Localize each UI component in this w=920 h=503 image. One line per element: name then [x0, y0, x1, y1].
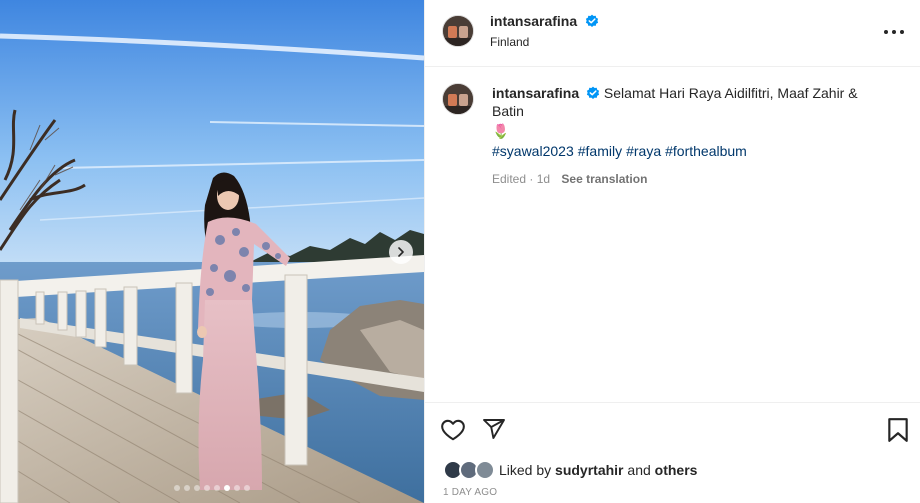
heart-icon: [441, 419, 465, 441]
carousel-dot: [204, 485, 210, 491]
more-options-button[interactable]: [884, 24, 904, 40]
post-caption: intansarafina Selamat Hari Raya Aidilfit…: [492, 84, 892, 188]
post-side-panel: intansarafina Finland intansarafina Sela…: [424, 0, 920, 503]
carousel-dot: [234, 485, 240, 491]
liker-avatars[interactable]: [443, 460, 495, 480]
tulip-emoji: 🌷: [492, 123, 510, 139]
like-button[interactable]: [440, 417, 466, 443]
carousel-dot: [214, 485, 220, 491]
liked-by-and: and: [627, 462, 651, 478]
verified-badge-icon: [586, 86, 600, 99]
location-link[interactable]: Finland: [490, 35, 529, 49]
likes-summary: Liked by sudyrtahir and others: [443, 460, 697, 480]
avatar[interactable]: [442, 15, 474, 47]
post-timestamp[interactable]: 1 DAY AGO: [443, 487, 497, 498]
caption-username-link[interactable]: intansarafina: [492, 85, 579, 101]
edited-timestamp: Edited · 1d: [492, 172, 551, 186]
liked-by-others-link[interactable]: others: [655, 462, 698, 478]
avatar: [475, 460, 495, 480]
more-dot-icon: [892, 30, 896, 34]
carousel-dot-active: [224, 485, 230, 491]
share-button[interactable]: [482, 417, 506, 441]
see-translation-button[interactable]: See translation: [561, 172, 647, 186]
avatar-image: [443, 84, 473, 114]
more-dot-icon: [900, 30, 904, 34]
carousel-dot: [194, 485, 200, 491]
verified-badge-icon: [585, 14, 598, 27]
carousel-dot: [174, 485, 180, 491]
hashtag-link[interactable]: #syawal2023: [492, 143, 574, 159]
bookmark-icon: [888, 418, 908, 442]
avatar[interactable]: [442, 83, 474, 115]
carousel-next-button[interactable]: [389, 240, 413, 264]
liked-by-label: Liked by: [499, 462, 552, 478]
carousel-dot: [184, 485, 190, 491]
hashtag-list: #syawal2023 #family #raya #forthealbum: [492, 142, 892, 160]
post-actions: Liked by sudyrtahir and others 1 DAY AGO: [425, 402, 920, 503]
save-button[interactable]: [887, 417, 909, 443]
comments-area: intansarafina Selamat Hari Raya Aidilfit…: [425, 67, 920, 402]
hashtag-link[interactable]: #forthealbum: [665, 143, 747, 159]
send-icon: [483, 419, 505, 439]
avatar-image: [443, 16, 473, 46]
photo-image: [0, 0, 424, 503]
hashtag-link[interactable]: #raya: [626, 143, 661, 159]
post-photo[interactable]: [0, 0, 424, 503]
carousel-dot: [244, 485, 250, 491]
carousel-indicator: [0, 485, 424, 491]
chevron-right-icon: [398, 247, 404, 257]
hashtag-link[interactable]: #family: [578, 143, 622, 159]
liked-by-user-link[interactable]: sudyrtahir: [555, 462, 623, 478]
header-username-row: intansarafina: [490, 13, 599, 31]
post-header: intansarafina Finland: [425, 0, 920, 67]
more-dot-icon: [884, 30, 888, 34]
username-link[interactable]: intansarafina: [490, 13, 577, 29]
caption-meta: Edited · 1d See translation: [492, 170, 892, 188]
